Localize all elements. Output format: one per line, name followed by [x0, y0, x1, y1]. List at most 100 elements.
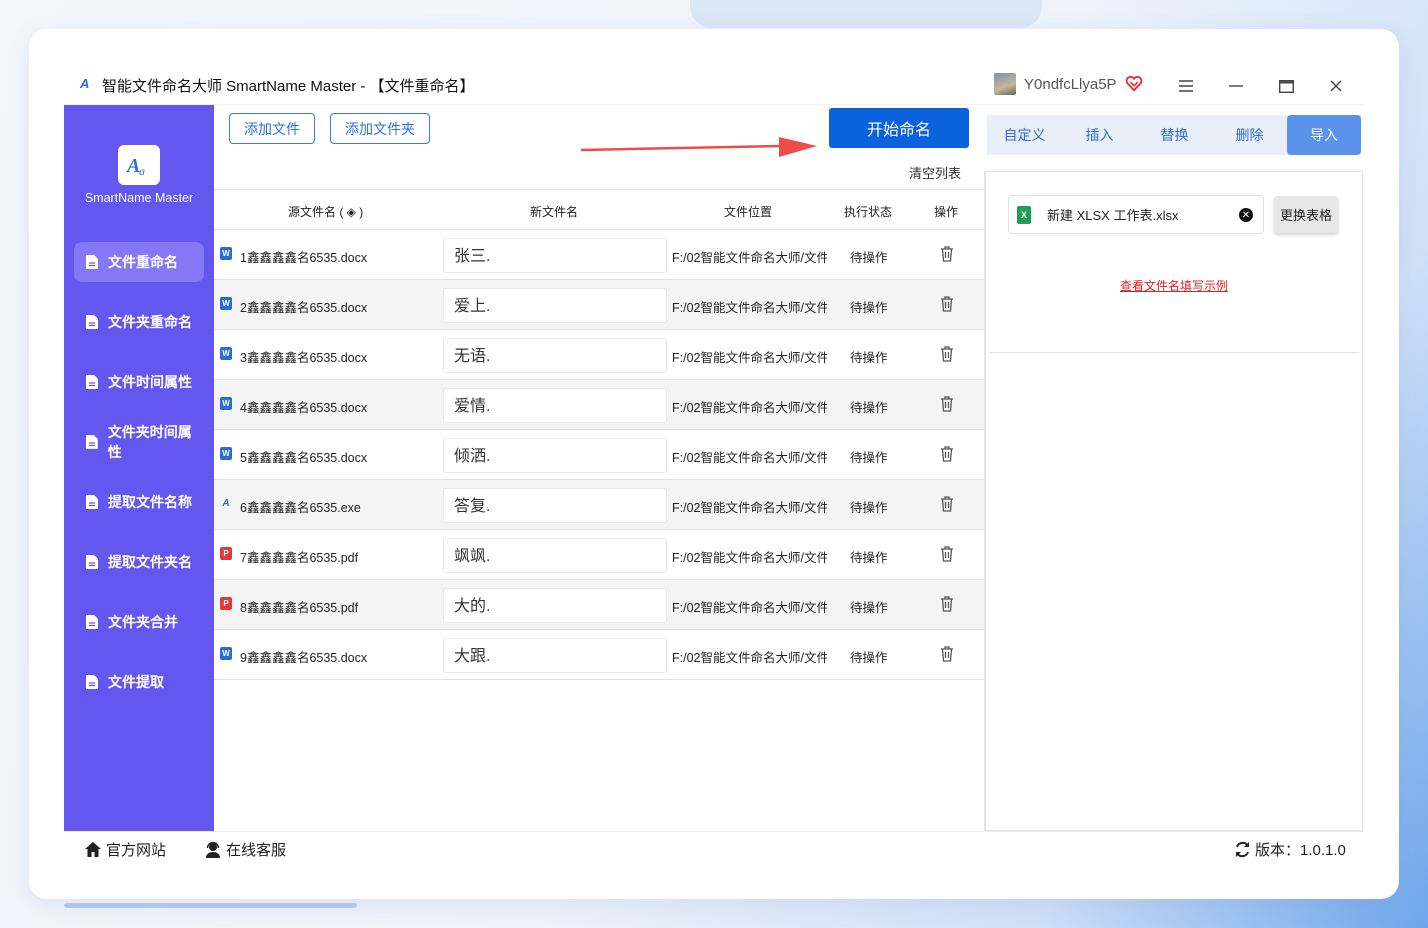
username[interactable]: Y0ndfcLlya5P: [1024, 76, 1117, 93]
word-file-icon: W: [220, 247, 232, 260]
online-support-link[interactable]: 在线客服: [204, 839, 286, 860]
file-location: F:/02智能文件命名大师/文件,: [672, 401, 827, 415]
new-filename-input[interactable]: 大的.: [443, 588, 667, 623]
sidebar-item-label: 文件夹合并: [108, 614, 178, 630]
file-location: F:/02智能文件命名大师/文件,: [672, 651, 827, 665]
app-brand-logo-icon: Aa: [118, 145, 160, 185]
file-location: F:/02智能文件命名大师/文件,: [672, 501, 827, 515]
sidebar-item-folder-rename[interactable]: 文件夹重命名: [74, 302, 204, 342]
footer: 官方网站 在线客服 版本：1.0.1.0: [64, 831, 1364, 865]
sidebar-item-extract-filename[interactable]: 提取文件名称: [74, 482, 204, 522]
add-file-button[interactable]: 添加文件: [229, 113, 315, 144]
new-filename-input[interactable]: 无语.: [443, 338, 667, 373]
sidebar-item-folder-time[interactable]: 文件夹时间属性: [74, 422, 204, 462]
header-source[interactable]: 源文件名 ( ◈ ): [288, 203, 363, 220]
table-row[interactable]: A 6鑫鑫鑫鑫名6535.exe 答复. F:/02智能文件命名大师/文件, 待…: [214, 480, 984, 530]
delete-icon[interactable]: [940, 296, 954, 312]
word-file-icon: W: [220, 397, 232, 410]
table-row[interactable]: P 7鑫鑫鑫鑫名6535.pdf 飒飒. F:/02智能文件命名大师/文件, 待…: [214, 530, 984, 580]
tab-delete[interactable]: 删除: [1212, 125, 1287, 145]
background-scroll-indicator: [64, 903, 357, 908]
row-status: 待操作: [850, 451, 888, 465]
source-filename: 4鑫鑫鑫鑫名6535.docx: [240, 401, 368, 415]
new-filename-input[interactable]: 爱情.: [443, 388, 667, 423]
delete-icon[interactable]: [940, 646, 954, 662]
delete-icon[interactable]: [940, 596, 954, 612]
minimize-icon[interactable]: [1225, 75, 1247, 97]
delete-icon[interactable]: [940, 546, 954, 562]
excel-file-icon: X: [1017, 205, 1031, 224]
start-rename-button[interactable]: 开始命名: [829, 108, 969, 148]
vip-heart-icon[interactable]: [1125, 75, 1143, 93]
delete-icon[interactable]: [940, 396, 954, 412]
new-filename-input[interactable]: 张三.: [443, 238, 667, 273]
table-row[interactable]: W 5鑫鑫鑫鑫名6535.docx 倾洒. F:/02智能文件命名大师/文件, …: [214, 430, 984, 480]
sidebar-item-label: 提取文件名称: [108, 494, 192, 510]
version-label: 版本：1.0.1.0: [1255, 842, 1346, 859]
word-file-icon: W: [220, 347, 232, 360]
clear-list-button[interactable]: 清空列表: [909, 163, 961, 182]
row-status: 待操作: [850, 651, 888, 665]
sidebar-item-label: 文件时间属性: [108, 374, 192, 390]
version-info[interactable]: 版本：1.0.1.0: [1234, 839, 1346, 860]
sidebar-item-label: 文件夹时间属性: [107, 424, 192, 460]
table-row[interactable]: W 9鑫鑫鑫鑫名6535.docx 大跟. F:/02智能文件命名大师/文件, …: [214, 630, 984, 680]
file-location: F:/02智能文件命名大师/文件,: [672, 551, 827, 565]
add-folder-button[interactable]: 添加文件夹: [330, 113, 430, 144]
tab-replace[interactable]: 替换: [1137, 125, 1212, 145]
sidebar-item-label: 文件夹重命名: [108, 314, 192, 330]
website-label: 官方网站: [106, 842, 167, 859]
table-header: 源文件名 ( ◈ ) 新文件名 文件位置 执行状态 操作: [214, 189, 984, 230]
example-link[interactable]: 查看文件名填写示例: [1120, 277, 1228, 294]
sidebar-item-file-time[interactable]: 文件时间属性: [74, 362, 204, 402]
exe-file-icon: A: [222, 498, 230, 509]
user-area[interactable]: Y0ndfcLlya5P: [994, 73, 1143, 95]
row-status: 待操作: [850, 551, 888, 565]
new-filename-input[interactable]: 倾洒.: [443, 438, 667, 473]
document-icon: [86, 435, 98, 449]
source-filename: 9鑫鑫鑫鑫名6535.docx: [240, 651, 368, 665]
sidebar-item-label: 文件提取: [108, 674, 164, 690]
replace-table-button[interactable]: 更换表格: [1274, 196, 1338, 233]
sidebar-item-file-extract[interactable]: 文件提取: [74, 662, 204, 702]
official-website-link[interactable]: 官方网站: [84, 839, 166, 860]
sidebar-item-label: 提取文件夹名: [108, 554, 192, 570]
table-row[interactable]: W 4鑫鑫鑫鑫名6535.docx 爱情. F:/02智能文件命名大师/文件, …: [214, 380, 984, 430]
sidebar-item-file-rename[interactable]: 文件重命名: [74, 242, 204, 282]
table-row[interactable]: W 3鑫鑫鑫鑫名6535.docx 无语. F:/02智能文件命名大师/文件, …: [214, 330, 984, 380]
delete-icon[interactable]: [940, 446, 954, 462]
close-icon[interactable]: [1325, 75, 1347, 97]
header-location: 文件位置: [724, 205, 773, 219]
import-file-field[interactable]: X 新建 XLSX 工作表.xlsx ✕: [1008, 195, 1264, 234]
delete-icon[interactable]: [940, 246, 954, 262]
title-bar: A 智能文件命名大师 SmartName Master - 【文件重命名】 Y0…: [64, 66, 1364, 105]
source-filename: 6鑫鑫鑫鑫名6535.exe: [240, 501, 361, 515]
source-filename: 1鑫鑫鑫鑫名6535.docx: [240, 251, 368, 265]
table-row[interactable]: W 2鑫鑫鑫鑫名6535.docx 爱上. F:/02智能文件命名大师/文件, …: [214, 280, 984, 330]
delete-icon[interactable]: [940, 496, 954, 512]
maximize-icon[interactable]: [1275, 75, 1297, 97]
row-status: 待操作: [850, 401, 888, 415]
new-filename-input[interactable]: 答复.: [443, 488, 667, 523]
tab-custom[interactable]: 自定义: [987, 125, 1062, 145]
header-action: 操作: [934, 205, 959, 219]
new-filename-input[interactable]: 飒飒.: [443, 538, 667, 573]
delete-icon[interactable]: [940, 346, 954, 362]
home-icon: [85, 842, 101, 857]
tab-insert[interactable]: 插入: [1062, 125, 1137, 145]
right-tab-bar: 自定义 插入 替换 删除 导入: [987, 115, 1361, 155]
row-status: 待操作: [850, 501, 888, 515]
header-status: 执行状态: [844, 205, 893, 219]
menu-icon[interactable]: [1175, 75, 1197, 97]
clear-file-icon[interactable]: ✕: [1239, 208, 1253, 222]
new-filename-input[interactable]: 爱上.: [443, 288, 667, 323]
table-row[interactable]: W 1鑫鑫鑫鑫名6535.docx 张三. F:/02智能文件命名大师/文件, …: [214, 230, 984, 280]
tab-import[interactable]: 导入: [1287, 115, 1361, 155]
source-filename: 8鑫鑫鑫鑫名6535.pdf: [240, 601, 359, 615]
avatar[interactable]: [994, 73, 1016, 95]
table-row[interactable]: P 8鑫鑫鑫鑫名6535.pdf 大的. F:/02智能文件命名大师/文件, 待…: [214, 580, 984, 630]
sidebar-item-extract-foldername[interactable]: 提取文件夹名: [74, 542, 204, 582]
new-filename-input[interactable]: 大跟.: [443, 638, 667, 673]
document-icon: [86, 315, 98, 329]
sidebar-item-folder-merge[interactable]: 文件夹合并: [74, 602, 204, 642]
